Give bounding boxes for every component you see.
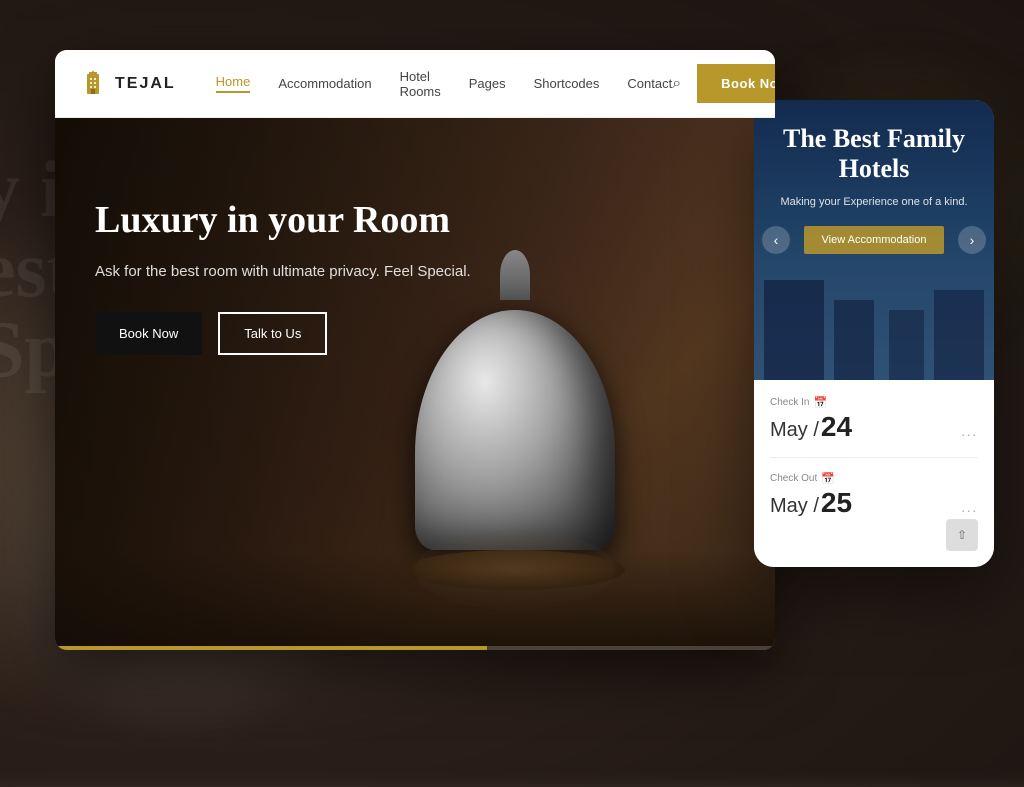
phone-hero-title: The Best Family Hotels [770, 124, 978, 184]
phone-widget: The Best Family Hotels Making your Exper… [754, 100, 994, 567]
logo-area: TEJAL [79, 70, 176, 98]
nav-links: Home Accommodation Hotel Rooms Pages Sho… [216, 69, 673, 99]
checkout-value: May / 25 ... [770, 487, 978, 519]
hero-title: Luxury in your Room [95, 198, 471, 244]
checkout-dots[interactable]: ... [962, 501, 979, 517]
table-surface [55, 550, 775, 650]
hero-content: Luxury in your Room Ask for the best roo… [95, 198, 471, 355]
nav-hotel-rooms[interactable]: Hotel Rooms [400, 69, 441, 99]
progress-fill [55, 646, 487, 650]
phone-hero: The Best Family Hotels Making your Exper… [754, 100, 994, 380]
nav-contact[interactable]: Contact [627, 76, 672, 91]
carousel-prev-button[interactable]: ‹ [762, 226, 790, 254]
checkin-label: Check In 📅 [770, 396, 978, 409]
search-icon[interactable]: ⌕ [672, 75, 681, 93]
checkout-field: Check Out 📅 May / 25 ... [770, 472, 978, 519]
nav-shortcodes[interactable]: Shortcodes [534, 76, 600, 91]
progress-bar [55, 646, 775, 650]
hero-subtitle: Ask for the best room with ultimate priv… [95, 260, 471, 284]
phone-booking: Check In 📅 May / 24 ... Check Out 📅 May … [754, 380, 994, 567]
checkout-label: Check Out 📅 [770, 472, 978, 485]
hero-section: Luxury in your Room Ask for the best roo… [55, 118, 775, 650]
browser-window: TEJAL Home Accommodation Hotel Rooms Pag… [55, 50, 775, 650]
checkout-calendar-icon: 📅 [821, 472, 835, 485]
nav-home[interactable]: Home [216, 74, 251, 93]
checkout-day: 25 [821, 487, 852, 519]
booking-divider [770, 457, 978, 458]
navbar: TEJAL Home Accommodation Hotel Rooms Pag… [55, 50, 775, 118]
checkin-calendar-icon: 📅 [813, 396, 827, 409]
book-now-button[interactable]: Book Now [697, 64, 775, 103]
view-accommodation-button[interactable]: View Accommodation [804, 226, 945, 254]
hero-talk-button[interactable]: Talk to Us [218, 312, 327, 355]
checkin-month: May / [770, 419, 819, 442]
logo-icon [79, 70, 107, 98]
checkin-field: Check In 📅 May / 24 ... [770, 396, 978, 443]
checkin-dots[interactable]: ... [962, 425, 979, 441]
hero-buttons: Book Now Talk to Us [95, 312, 471, 355]
carousel-next-button[interactable]: › [958, 226, 986, 254]
nav-pages[interactable]: Pages [469, 76, 506, 91]
phone-title-area: The Best Family Hotels Making your Exper… [770, 124, 978, 254]
checkin-value: May / 24 ... [770, 411, 978, 443]
hero-book-now-button[interactable]: Book Now [95, 312, 202, 355]
logo-text: TEJAL [115, 75, 176, 93]
checkout-month: May / [770, 495, 819, 518]
scroll-up-button[interactable]: ⇧ [946, 519, 978, 551]
nav-accommodation[interactable]: Accommodation [278, 76, 371, 91]
phone-hero-subtitle: Making your Experience one of a kind. [770, 194, 978, 211]
checkin-day: 24 [821, 411, 852, 443]
